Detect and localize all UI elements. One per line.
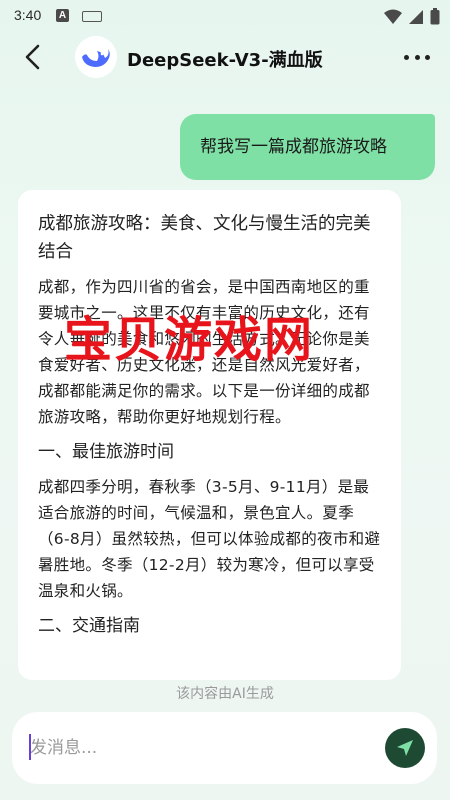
status-icons <box>384 8 440 25</box>
back-arrow-icon <box>25 44 40 70</box>
keyboard-icon <box>82 11 102 22</box>
ai-response-intro: 成都，作为四川省的省会，是中国西南地区的重要城市之一。这里不仅有丰富的历史文化，… <box>38 278 370 426</box>
more-icon-dot <box>425 54 430 60</box>
send-icon <box>397 740 413 756</box>
deepseek-logo <box>75 36 117 78</box>
more-button[interactable] <box>404 46 430 68</box>
message-input[interactable] <box>30 732 360 764</box>
chat-header: DeepSeek-V3-满血版 <box>0 32 450 82</box>
wifi-icon <box>384 9 402 24</box>
status-time: 3:40 <box>14 7 42 23</box>
section-heading: 一、最佳旅游时间 <box>38 442 174 462</box>
ai-response-card[interactable]: 成都旅游攻略：美食、文化与慢生活的完美结合 成都，作为四川省的省会，是中国西南地… <box>18 190 401 680</box>
ai-response-title: 成都旅游攻略：美食、文化与慢生活的完美结合 <box>38 214 371 262</box>
whale-icon <box>75 36 117 78</box>
A-icon: A <box>56 9 69 22</box>
chat-title: DeepSeek-V3-满血版 <box>127 50 323 71</box>
text-caret <box>29 734 31 760</box>
ai-generated-notice: 该内容由AI生成 <box>176 686 274 702</box>
cell-signal-icon <box>409 9 423 24</box>
send-button[interactable] <box>385 728 425 768</box>
back-button[interactable] <box>18 42 48 72</box>
more-icon-dot <box>404 54 409 60</box>
status-bar: 3:40 A <box>0 0 450 32</box>
user-message-bubble[interactable]: 帮我写一篇成都旅游攻略 <box>180 114 435 180</box>
section-heading: 二、交通指南 <box>38 616 140 636</box>
battery-icon <box>430 8 440 25</box>
section-text: 成都四季分明，春秋季（3-5月、9-11月）是最适合旅游的时间，气候温和，景色宜… <box>38 478 381 600</box>
more-icon-dot <box>414 54 420 60</box>
message-input-bar <box>12 712 437 784</box>
